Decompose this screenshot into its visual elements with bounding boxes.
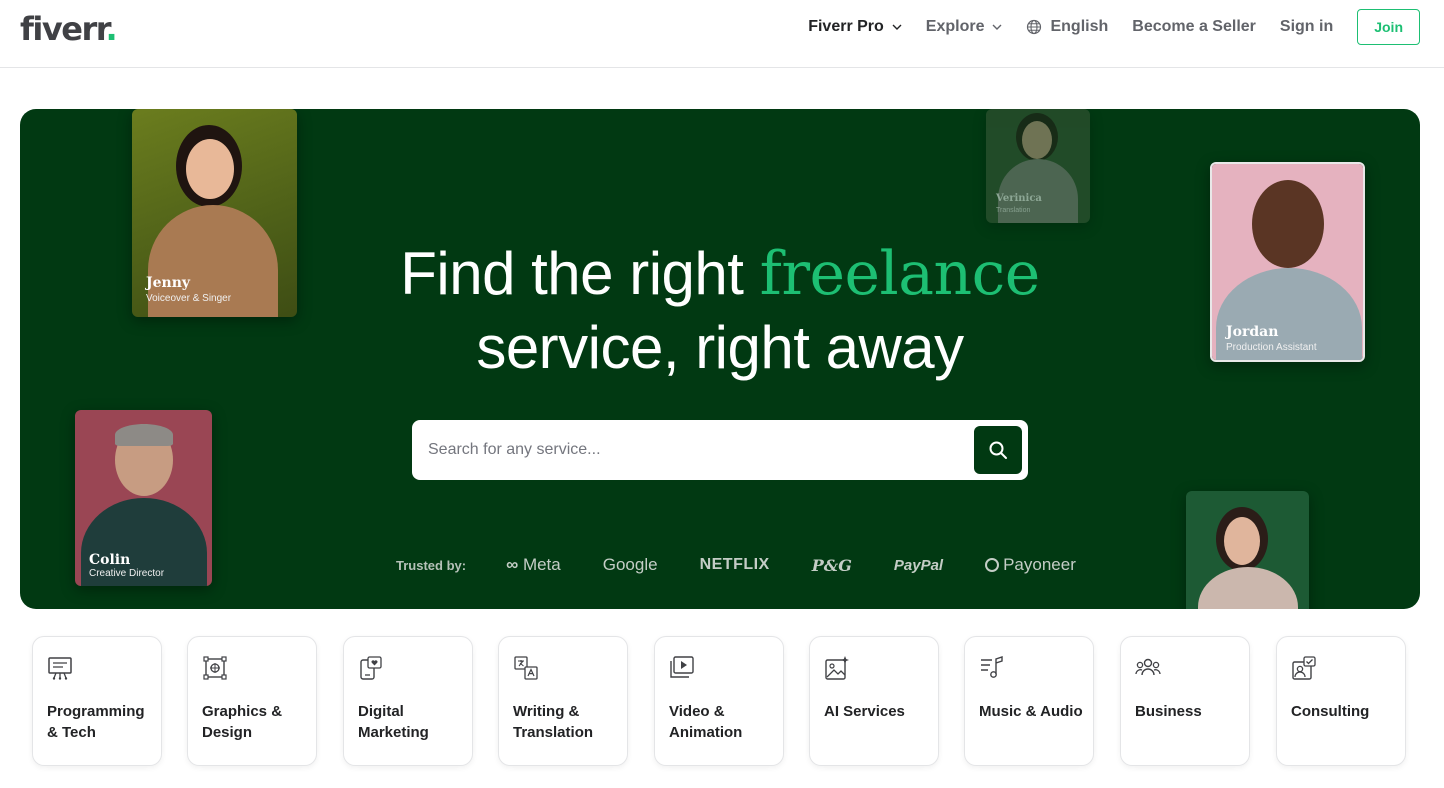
nav-explore-label: Explore — [925, 18, 985, 35]
nav-sign-in-label: Sign in — [1279, 18, 1334, 35]
chevron-down-icon — [992, 24, 1002, 30]
category-label: Consulting — [1291, 703, 1370, 720]
nav-sign-in[interactable]: Sign in — [1280, 18, 1333, 36]
join-button[interactable]: Join — [1357, 9, 1420, 45]
trusted-by-label: Trusted by: — [396, 557, 467, 573]
search-input[interactable] — [428, 420, 968, 480]
hero-title-part1: Find the right — [400, 240, 760, 307]
join-button-label: Join — [1374, 19, 1403, 35]
category-card-graphics[interactable]: Graphics & Design — [187, 636, 317, 766]
monitor-code-icon — [48, 657, 72, 680]
category-label: Music & Audio — [979, 703, 1083, 720]
globe-icon — [1027, 19, 1042, 35]
payoneer-ring-icon — [985, 558, 1000, 572]
category-label: Business — [1135, 703, 1202, 720]
logo-text: fiverr — [20, 10, 107, 48]
top-header: fiverr. Fiverr Pro Explore English Becom… — [0, 0, 1444, 68]
hero-title-accent: freelance — [759, 239, 1041, 309]
category-label: Programming & Tech — [47, 703, 145, 741]
freelancer-name: Verinica — [996, 193, 1042, 204]
category-label: Graphics & Design — [202, 703, 283, 741]
nav-language-label: English — [1050, 18, 1109, 35]
category-card-ai-services[interactable]: AI Services — [809, 636, 939, 766]
brand-pg-logo: P&G — [811, 555, 852, 575]
consulting-icon — [1292, 656, 1316, 680]
brand-payoneer-logo: Payoneer — [985, 555, 1076, 575]
search-icon — [989, 441, 1007, 459]
hero-banner: Jenny Voiceover & Singer Verinica Transl… — [20, 109, 1420, 609]
freelancer-role: Translation — [996, 207, 1031, 214]
category-label: Digital Marketing — [358, 703, 429, 741]
brand-meta-logo: ∞ Meta — [506, 555, 561, 574]
freelancer-name: Colin — [89, 552, 131, 568]
freelancer-card-woman[interactable] — [1186, 491, 1309, 609]
video-play-icon — [670, 656, 694, 678]
nav-explore[interactable]: Explore — [926, 18, 1003, 36]
category-card-digital-marketing[interactable]: Digital Marketing — [343, 636, 473, 766]
nav-fiverr-pro-label: Fiverr Pro — [808, 18, 884, 35]
category-card-video[interactable]: Video & Animation — [654, 636, 784, 766]
fiverr-logo[interactable]: fiverr. — [20, 10, 118, 48]
ai-image-icon — [825, 656, 849, 680]
category-label: Writing & Translation — [513, 703, 594, 741]
freelancer-card-colin[interactable]: Colin Creative Director — [75, 410, 212, 586]
nav-become-seller[interactable]: Become a Seller — [1132, 18, 1256, 36]
brand-payoneer-text: Payoneer — [1003, 555, 1076, 574]
search-button[interactable] — [974, 426, 1022, 474]
top-nav: Fiverr Pro Explore English Become a Sell… — [784, 0, 1420, 54]
chevron-down-icon — [892, 24, 902, 30]
nav-become-seller-label: Become a Seller — [1132, 18, 1256, 35]
brand-paypal-logo: PayPal — [893, 556, 944, 574]
logo-dot: . — [105, 10, 117, 48]
category-row: Programming & Tech Graphics & Design Dig… — [32, 636, 1412, 768]
category-card-business[interactable]: Business — [1120, 636, 1250, 766]
freelancer-role: Creative Director — [89, 568, 165, 579]
category-label: AI Services — [824, 703, 905, 720]
music-note-icon — [981, 656, 1003, 678]
brand-google-logo: Google — [602, 555, 658, 574]
brand-netflix-logo: NETFLIX — [699, 556, 770, 573]
category-card-writing[interactable]: Writing & Translation — [498, 636, 628, 766]
category-card-programming[interactable]: Programming & Tech — [32, 636, 162, 766]
nav-language[interactable]: English — [1026, 18, 1108, 36]
category-label: Video & Animation — [669, 703, 743, 741]
people-group-icon — [1135, 658, 1161, 676]
category-card-music[interactable]: Music & Audio — [964, 636, 1094, 766]
trusted-by-row: Trusted by: ∞ Meta Google NETFLIX P&G Pa… — [396, 553, 1118, 577]
freelancer-card-verinica[interactable]: Verinica Translation — [986, 109, 1090, 223]
hero-title: Find the right freelance service, right … — [20, 237, 1420, 385]
search-bar — [412, 420, 1028, 480]
brand-meta-text: Meta — [522, 555, 561, 574]
nav-fiverr-pro[interactable]: Fiverr Pro — [808, 18, 902, 36]
category-card-consulting[interactable]: Consulting — [1276, 636, 1406, 766]
vector-design-icon — [203, 656, 227, 680]
translate-icon — [514, 656, 538, 680]
phone-heart-icon — [360, 656, 382, 680]
hero-title-line2: service, right away — [476, 314, 964, 381]
